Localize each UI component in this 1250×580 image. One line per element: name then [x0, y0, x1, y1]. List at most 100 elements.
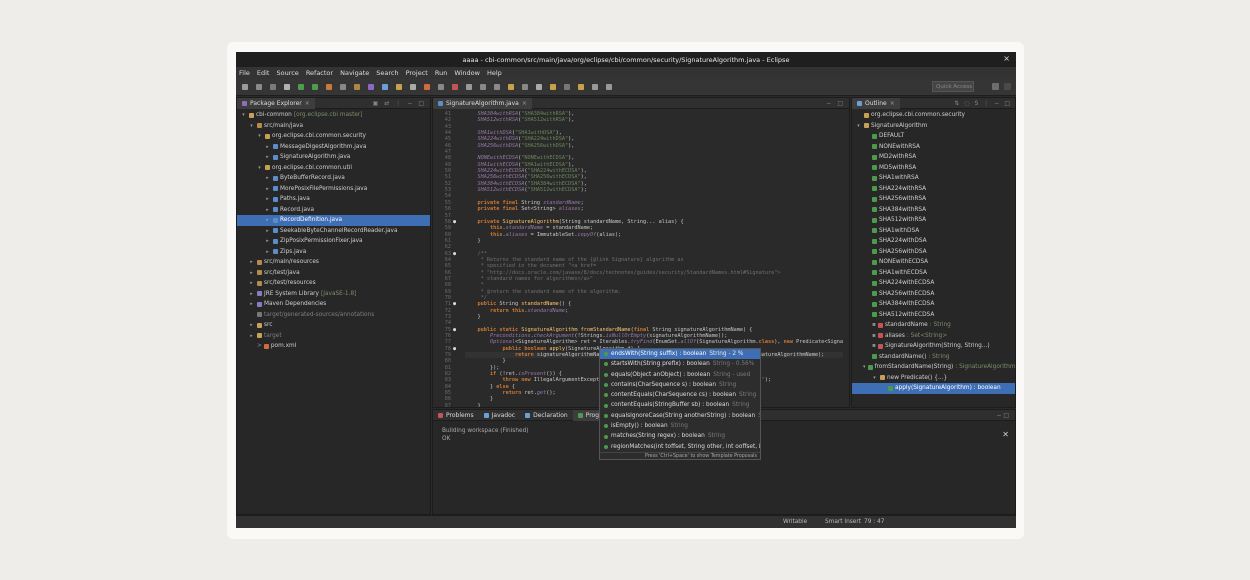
- minimize-icon[interactable]: − □: [996, 412, 1015, 419]
- completion-item[interactable]: equalsIgnoreCase(String anotherString) :…: [600, 411, 760, 421]
- outline-item[interactable]: ▾ fromStandardName(String) : SignatureAlg…: [852, 362, 1015, 373]
- completion-item[interactable]: contains(CharSequence s) : boolean String: [600, 380, 760, 390]
- toolbar-icon[interactable]: [592, 84, 598, 90]
- outline-item[interactable]: standardName() : String: [852, 352, 1015, 363]
- toolbar-icon[interactable]: [354, 84, 360, 90]
- expand-arrow-icon[interactable]: ▾: [248, 121, 255, 132]
- outline-item[interactable]: ▾ SignatureAlgorithm: [852, 121, 1015, 132]
- maximize-icon[interactable]: □: [837, 100, 843, 107]
- outline-item[interactable]: DEFAULT: [852, 131, 1015, 142]
- pkg-item[interactable]: ▸ Record.java: [237, 205, 430, 216]
- expand-arrow-icon[interactable]: ▸: [264, 173, 271, 184]
- toolbar-icon[interactable]: [396, 84, 402, 90]
- pkg-item[interactable]: ▸ src/test/java: [237, 268, 430, 279]
- outline-item[interactable]: ▪ aliases : Set<String>: [852, 331, 1015, 342]
- outline-item[interactable]: ▪ standardName : String: [852, 320, 1015, 331]
- completion-item[interactable]: isEmpty() : boolean String: [600, 421, 760, 431]
- menu-window[interactable]: Window: [454, 69, 480, 77]
- expand-arrow-icon[interactable]: ▸: [264, 205, 271, 216]
- expand-arrow-icon[interactable]: ▸: [264, 247, 271, 258]
- outline-item[interactable]: SHA1withDSA: [852, 226, 1015, 237]
- expand-arrow-icon[interactable]: ▾: [855, 121, 862, 132]
- menu-edit[interactable]: Edit: [257, 69, 270, 77]
- completion-item[interactable]: contentEquals(CharSequence cs) : boolean…: [600, 390, 760, 400]
- expand-arrow-icon[interactable]: ▸: [248, 289, 255, 300]
- pkg-item[interactable]: ▸ src/test/resources: [237, 278, 430, 289]
- tab-package-explorer[interactable]: Package Explorer ×: [237, 97, 315, 109]
- outline-item[interactable]: NONEwithRSA: [852, 142, 1015, 153]
- toolbar-icon[interactable]: [508, 84, 514, 90]
- menu-navigate[interactable]: Navigate: [340, 69, 369, 77]
- hide-static-icon[interactable]: S: [974, 100, 978, 107]
- pkg-item[interactable]: target/generated-sources/annotations: [237, 310, 430, 321]
- pkg-item[interactable]: ▸ MorePosixFilePermissions.java: [237, 184, 430, 195]
- expand-arrow-icon[interactable]: ▸: [248, 320, 255, 331]
- expand-arrow-icon[interactable]: ▾: [240, 110, 247, 121]
- expand-arrow-icon[interactable]: ▸: [264, 194, 271, 205]
- outline-item[interactable]: SHA384withECDSA: [852, 299, 1015, 310]
- pkg-item[interactable]: ▾ org.eclipse.cbi.common.util: [237, 163, 430, 174]
- toolbar-icon[interactable]: [368, 84, 374, 90]
- outline-item[interactable]: ▪ SignatureAlgorithm(String, String...): [852, 341, 1015, 352]
- toolbar-icon[interactable]: [256, 84, 262, 90]
- menu-search[interactable]: Search: [376, 69, 398, 77]
- completion-item[interactable]: endsWith(String suffix) : boolean String …: [600, 349, 760, 360]
- expand-arrow-icon[interactable]: ▾: [863, 362, 866, 373]
- pkg-item[interactable]: ▸ Maven Dependencies: [237, 299, 430, 310]
- expand-arrow-icon[interactable]: ▸: [248, 299, 255, 310]
- toolbar-icon[interactable]: [452, 84, 458, 90]
- pkg-item[interactable]: ▸ JRE System Library [JavaSE-1.8]: [237, 289, 430, 300]
- outline-item[interactable]: SHA224withDSA: [852, 236, 1015, 247]
- tab-problems[interactable]: Problems: [433, 410, 479, 421]
- menu-project[interactable]: Project: [406, 69, 428, 77]
- minimize-icon[interactable]: −: [994, 100, 999, 107]
- maximize-icon[interactable]: □: [1004, 100, 1010, 107]
- completion-item[interactable]: equals(Object anObject) : boolean String …: [600, 370, 760, 380]
- perspective-icon[interactable]: [992, 83, 999, 90]
- close-icon[interactable]: ×: [890, 98, 895, 109]
- pkg-item[interactable]: ▸ ZipPosixPermissionFixer.java: [237, 236, 430, 247]
- menu-source[interactable]: Source: [276, 69, 298, 77]
- toolbar-icon[interactable]: [564, 84, 570, 90]
- pkg-item[interactable]: ▸ target: [237, 331, 430, 342]
- outline-item[interactable]: SHA256withECDSA: [852, 289, 1015, 300]
- pkg-item[interactable]: ▸ MessageDigestAlgorithm.java: [237, 142, 430, 153]
- toolbar-icon[interactable]: [550, 84, 556, 90]
- outline-item[interactable]: SHA256withDSA: [852, 247, 1015, 258]
- expand-arrow-icon[interactable]: ▸: [264, 142, 271, 153]
- toolbar-icon[interactable]: [410, 84, 416, 90]
- completion-item[interactable]: startsWith(String prefix) : boolean Strin…: [600, 359, 760, 369]
- expand-arrow-icon[interactable]: ▸: [248, 268, 255, 279]
- toolbar-icon[interactable]: [298, 84, 304, 90]
- expand-arrow-icon[interactable]: ▸: [248, 278, 255, 289]
- pkg-item[interactable]: ▸ ByteBufferRecord.java: [237, 173, 430, 184]
- toolbar-icon[interactable]: [522, 84, 528, 90]
- link-editor-icon[interactable]: ⇄: [384, 100, 389, 107]
- minimize-icon[interactable]: −: [407, 100, 412, 107]
- sort-icon[interactable]: ⇅: [954, 100, 959, 107]
- java-perspective-icon[interactable]: [1004, 83, 1011, 90]
- toolbar-icon[interactable]: [494, 84, 500, 90]
- pkg-item[interactable]: ▸ SignatureAlgorithm.java: [237, 152, 430, 163]
- pkg-item[interactable]: ▾ src/main/java: [237, 121, 430, 132]
- pkg-item[interactable]: ▸ SeekableByteChannelRecordReader.java: [237, 226, 430, 237]
- toolbar-icon[interactable]: [326, 84, 332, 90]
- tab-signature-algorithm[interactable]: SignatureAlgorithm.java ×: [433, 97, 532, 109]
- toolbar-icon[interactable]: [242, 84, 248, 90]
- pkg-item[interactable]: ▸ Paths.java: [237, 194, 430, 205]
- pkg-item[interactable]: ▾ org.eclipse.cbi.common.security: [237, 131, 430, 142]
- outline-item[interactable]: SHA224withECDSA: [852, 278, 1015, 289]
- close-icon[interactable]: ×: [522, 98, 527, 109]
- toolbar-icon[interactable]: [578, 84, 584, 90]
- remove-finished-icon[interactable]: ✕: [1002, 430, 1009, 439]
- toolbar-icon[interactable]: [480, 84, 486, 90]
- outline-item[interactable]: SHA224withRSA: [852, 184, 1015, 195]
- tab-declaration[interactable]: Declaration: [520, 410, 573, 421]
- tab-outline[interactable]: Outline ×: [852, 97, 900, 109]
- menu-refactor[interactable]: Refactor: [306, 69, 333, 77]
- toolbar-icon[interactable]: [438, 84, 444, 90]
- expand-arrow-icon[interactable]: ▸: [264, 226, 271, 237]
- expand-arrow-icon[interactable]: ▸: [264, 236, 271, 247]
- toolbar-icon[interactable]: [340, 84, 346, 90]
- close-icon[interactable]: ×: [305, 98, 310, 109]
